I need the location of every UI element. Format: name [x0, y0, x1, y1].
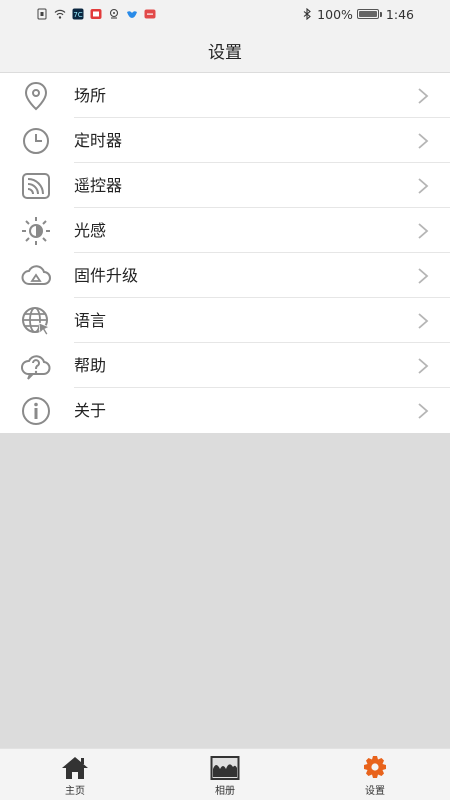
- bluetooth-icon: [301, 8, 313, 20]
- page-title: 设置: [208, 42, 242, 63]
- tab-home[interactable]: 主页: [0, 749, 150, 800]
- svg-text:7C: 7C: [73, 11, 82, 19]
- settings-item-label: 光感: [74, 221, 107, 240]
- settings-list: 场所 定时器 遥控器 光感 固件升级 语言 帮助 关于: [0, 73, 450, 433]
- app-icon: 7C: [72, 8, 84, 20]
- page-title-bar: 设置: [0, 28, 450, 72]
- tab-album[interactable]: 相册: [150, 749, 300, 800]
- info-icon: [19, 394, 53, 428]
- settings-item-label: 固件升级: [74, 266, 139, 285]
- settings-item-label: 关于: [74, 401, 107, 420]
- clock-time: 1:46: [385, 6, 414, 22]
- light-sensor-icon: [19, 214, 53, 248]
- settings-item-firmware-upgrade[interactable]: 固件升级: [0, 253, 450, 298]
- tab-label: 相册: [215, 785, 235, 797]
- settings-item-label: 遥控器: [74, 176, 123, 195]
- help-cloud-icon: [19, 349, 53, 383]
- chevron-right-icon: [418, 403, 429, 419]
- status-bar: 7C 100% 1:46: [0, 0, 450, 28]
- app-icon: [90, 8, 102, 20]
- tab-settings[interactable]: 设置: [300, 749, 450, 800]
- cloud-upload-icon: [19, 259, 53, 293]
- gear-icon: [360, 755, 390, 781]
- settings-item-timer[interactable]: 定时器: [0, 118, 450, 163]
- settings-item-label: 语言: [74, 311, 107, 330]
- sim-icon: [36, 8, 48, 20]
- chevron-right-icon: [418, 358, 429, 374]
- chevron-right-icon: [418, 313, 429, 329]
- chevron-right-icon: [418, 88, 429, 104]
- chevron-right-icon: [418, 268, 429, 284]
- settings-item-help[interactable]: 帮助: [0, 343, 450, 388]
- settings-item-venue[interactable]: 场所: [0, 73, 450, 118]
- bird-icon: [126, 8, 138, 20]
- app-icon: [144, 8, 156, 20]
- globe-icon: [19, 304, 53, 338]
- chevron-right-icon: [418, 178, 429, 194]
- chevron-right-icon: [418, 223, 429, 239]
- album-icon: [210, 755, 240, 781]
- tab-label: 设置: [365, 785, 385, 797]
- bottom-tab-bar: 主页 相册 设置: [0, 748, 450, 800]
- settings-item-label: 定时器: [74, 131, 123, 150]
- chevron-right-icon: [418, 133, 429, 149]
- settings-item-remote[interactable]: 遥控器: [0, 163, 450, 208]
- clock-icon: [19, 124, 53, 158]
- battery-percent: 100%: [317, 6, 353, 22]
- settings-item-light-sensor[interactable]: 光感: [0, 208, 450, 253]
- remote-icon: [19, 169, 53, 203]
- settings-item-language[interactable]: 语言: [0, 298, 450, 343]
- status-left-icons: 7C: [36, 8, 156, 20]
- settings-item-label: 帮助: [74, 356, 107, 375]
- status-right: 100% 1:46: [301, 7, 414, 22]
- location-icon: [108, 8, 120, 20]
- battery-icon: [356, 9, 382, 19]
- settings-item-label: 场所: [74, 86, 107, 105]
- location-pin-icon: [19, 79, 53, 113]
- home-icon: [60, 755, 90, 781]
- tab-label: 主页: [65, 785, 85, 797]
- wifi-icon: [54, 8, 66, 20]
- settings-item-about[interactable]: 关于: [0, 388, 450, 433]
